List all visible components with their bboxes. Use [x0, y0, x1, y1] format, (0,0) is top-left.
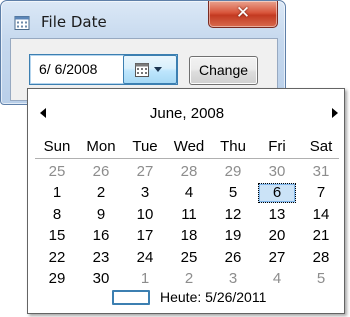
today-marker-icon [112, 290, 150, 305]
weekday-mon: Mon [86, 138, 116, 155]
day-cell[interactable]: 25 [35, 161, 79, 183]
week-row: 22 23 24 25 26 27 28 [35, 247, 343, 269]
day-cell[interactable]: 8 [35, 204, 79, 226]
day-cell[interactable]: 1 [35, 182, 79, 204]
weekday-sat: Sat [309, 138, 333, 155]
day-cell[interactable]: 30 [255, 161, 299, 183]
calendar-dropdown-icon [135, 63, 149, 77]
day-cell[interactable]: 20 [255, 225, 299, 247]
day-cell[interactable]: 3 [211, 268, 255, 290]
day-cell[interactable]: 3 [123, 182, 167, 204]
day-cell[interactable]: 23 [79, 247, 123, 269]
day-cell[interactable]: 26 [79, 161, 123, 183]
weekday-thu: Thu [220, 138, 246, 155]
day-cell[interactable]: 30 [79, 268, 123, 290]
weekday-tue: Tue [132, 138, 158, 155]
next-month-icon[interactable] [332, 108, 338, 118]
day-cell[interactable]: 1 [123, 268, 167, 290]
day-cell[interactable]: 27 [123, 161, 167, 183]
calendar-popup: June, 2008 Sun Mon Tue Wed Thu Fri Sat 2… [27, 88, 345, 314]
day-cell[interactable]: 5 [299, 268, 343, 290]
day-cell[interactable]: 10 [123, 204, 167, 226]
chevron-down-icon [154, 67, 162, 72]
day-cell[interactable]: 15 [35, 225, 79, 247]
selected-day-cell[interactable]: 6 [255, 182, 299, 204]
day-cell[interactable]: 4 [167, 182, 211, 204]
week-row: 25 26 27 28 29 30 31 [35, 161, 343, 183]
calendar-dropdown-button[interactable] [123, 55, 177, 84]
day-cell[interactable]: 29 [211, 161, 255, 183]
day-cell[interactable]: 5 [211, 182, 255, 204]
day-cell[interactable]: 18 [167, 225, 211, 247]
close-button[interactable]: ✕ [208, 1, 278, 28]
date-input-value[interactable]: 6/ 6/2008 [39, 61, 97, 77]
weekday-header-row: Sun Mon Tue Wed Thu Fri Sat [35, 136, 343, 158]
month-title[interactable]: June, 2008 [28, 105, 346, 122]
day-cell[interactable]: 7 [299, 182, 343, 204]
week-row: 8 9 10 11 12 13 14 [35, 204, 343, 226]
day-cell[interactable]: 14 [299, 204, 343, 226]
day-cell[interactable]: 31 [299, 161, 343, 183]
weekday-sun: Sun [43, 138, 71, 155]
day-cell[interactable]: 13 [255, 204, 299, 226]
window-title: File Date [41, 13, 107, 31]
day-cell[interactable]: 4 [255, 268, 299, 290]
day-cell[interactable]: 16 [79, 225, 123, 247]
day-cell[interactable]: 27 [255, 247, 299, 269]
weekday-wed: Wed [173, 138, 205, 155]
week-row: 1 2 3 4 5 6 7 [35, 182, 343, 204]
calendar-grid: Sun Mon Tue Wed Thu Fri Sat 25 26 27 28 … [35, 136, 343, 290]
day-cell[interactable]: 22 [35, 247, 79, 269]
day-cell[interactable]: 26 [211, 247, 255, 269]
day-cell[interactable]: 17 [123, 225, 167, 247]
day-cell[interactable]: 2 [167, 268, 211, 290]
week-row: 29 30 1 2 3 4 5 [35, 268, 343, 290]
day-cell[interactable]: 12 [211, 204, 255, 226]
weekday-fri: Fri [268, 138, 286, 155]
day-cell[interactable]: 29 [35, 268, 79, 290]
change-button[interactable]: Change [189, 56, 258, 85]
calendar-app-icon [14, 16, 30, 30]
day-cell[interactable]: 25 [167, 247, 211, 269]
day-cell[interactable]: 28 [299, 247, 343, 269]
title-bar[interactable]: File Date ✕ [1, 1, 285, 37]
day-cell[interactable]: 19 [211, 225, 255, 247]
day-cell[interactable]: 24 [123, 247, 167, 269]
day-cell[interactable]: 2 [79, 182, 123, 204]
date-picker-field[interactable]: 6/ 6/2008 [29, 54, 178, 85]
selected-day-label: 6 [258, 183, 296, 203]
today-label: Heute: 5/26/2011 [160, 289, 267, 305]
day-cell[interactable]: 21 [299, 225, 343, 247]
week-row: 15 16 17 18 19 20 21 [35, 225, 343, 247]
day-cell[interactable]: 11 [167, 204, 211, 226]
close-icon: ✕ [235, 3, 251, 23]
day-cell[interactable]: 9 [79, 204, 123, 226]
weekday-separator [35, 158, 339, 159]
day-cell[interactable]: 28 [167, 161, 211, 183]
